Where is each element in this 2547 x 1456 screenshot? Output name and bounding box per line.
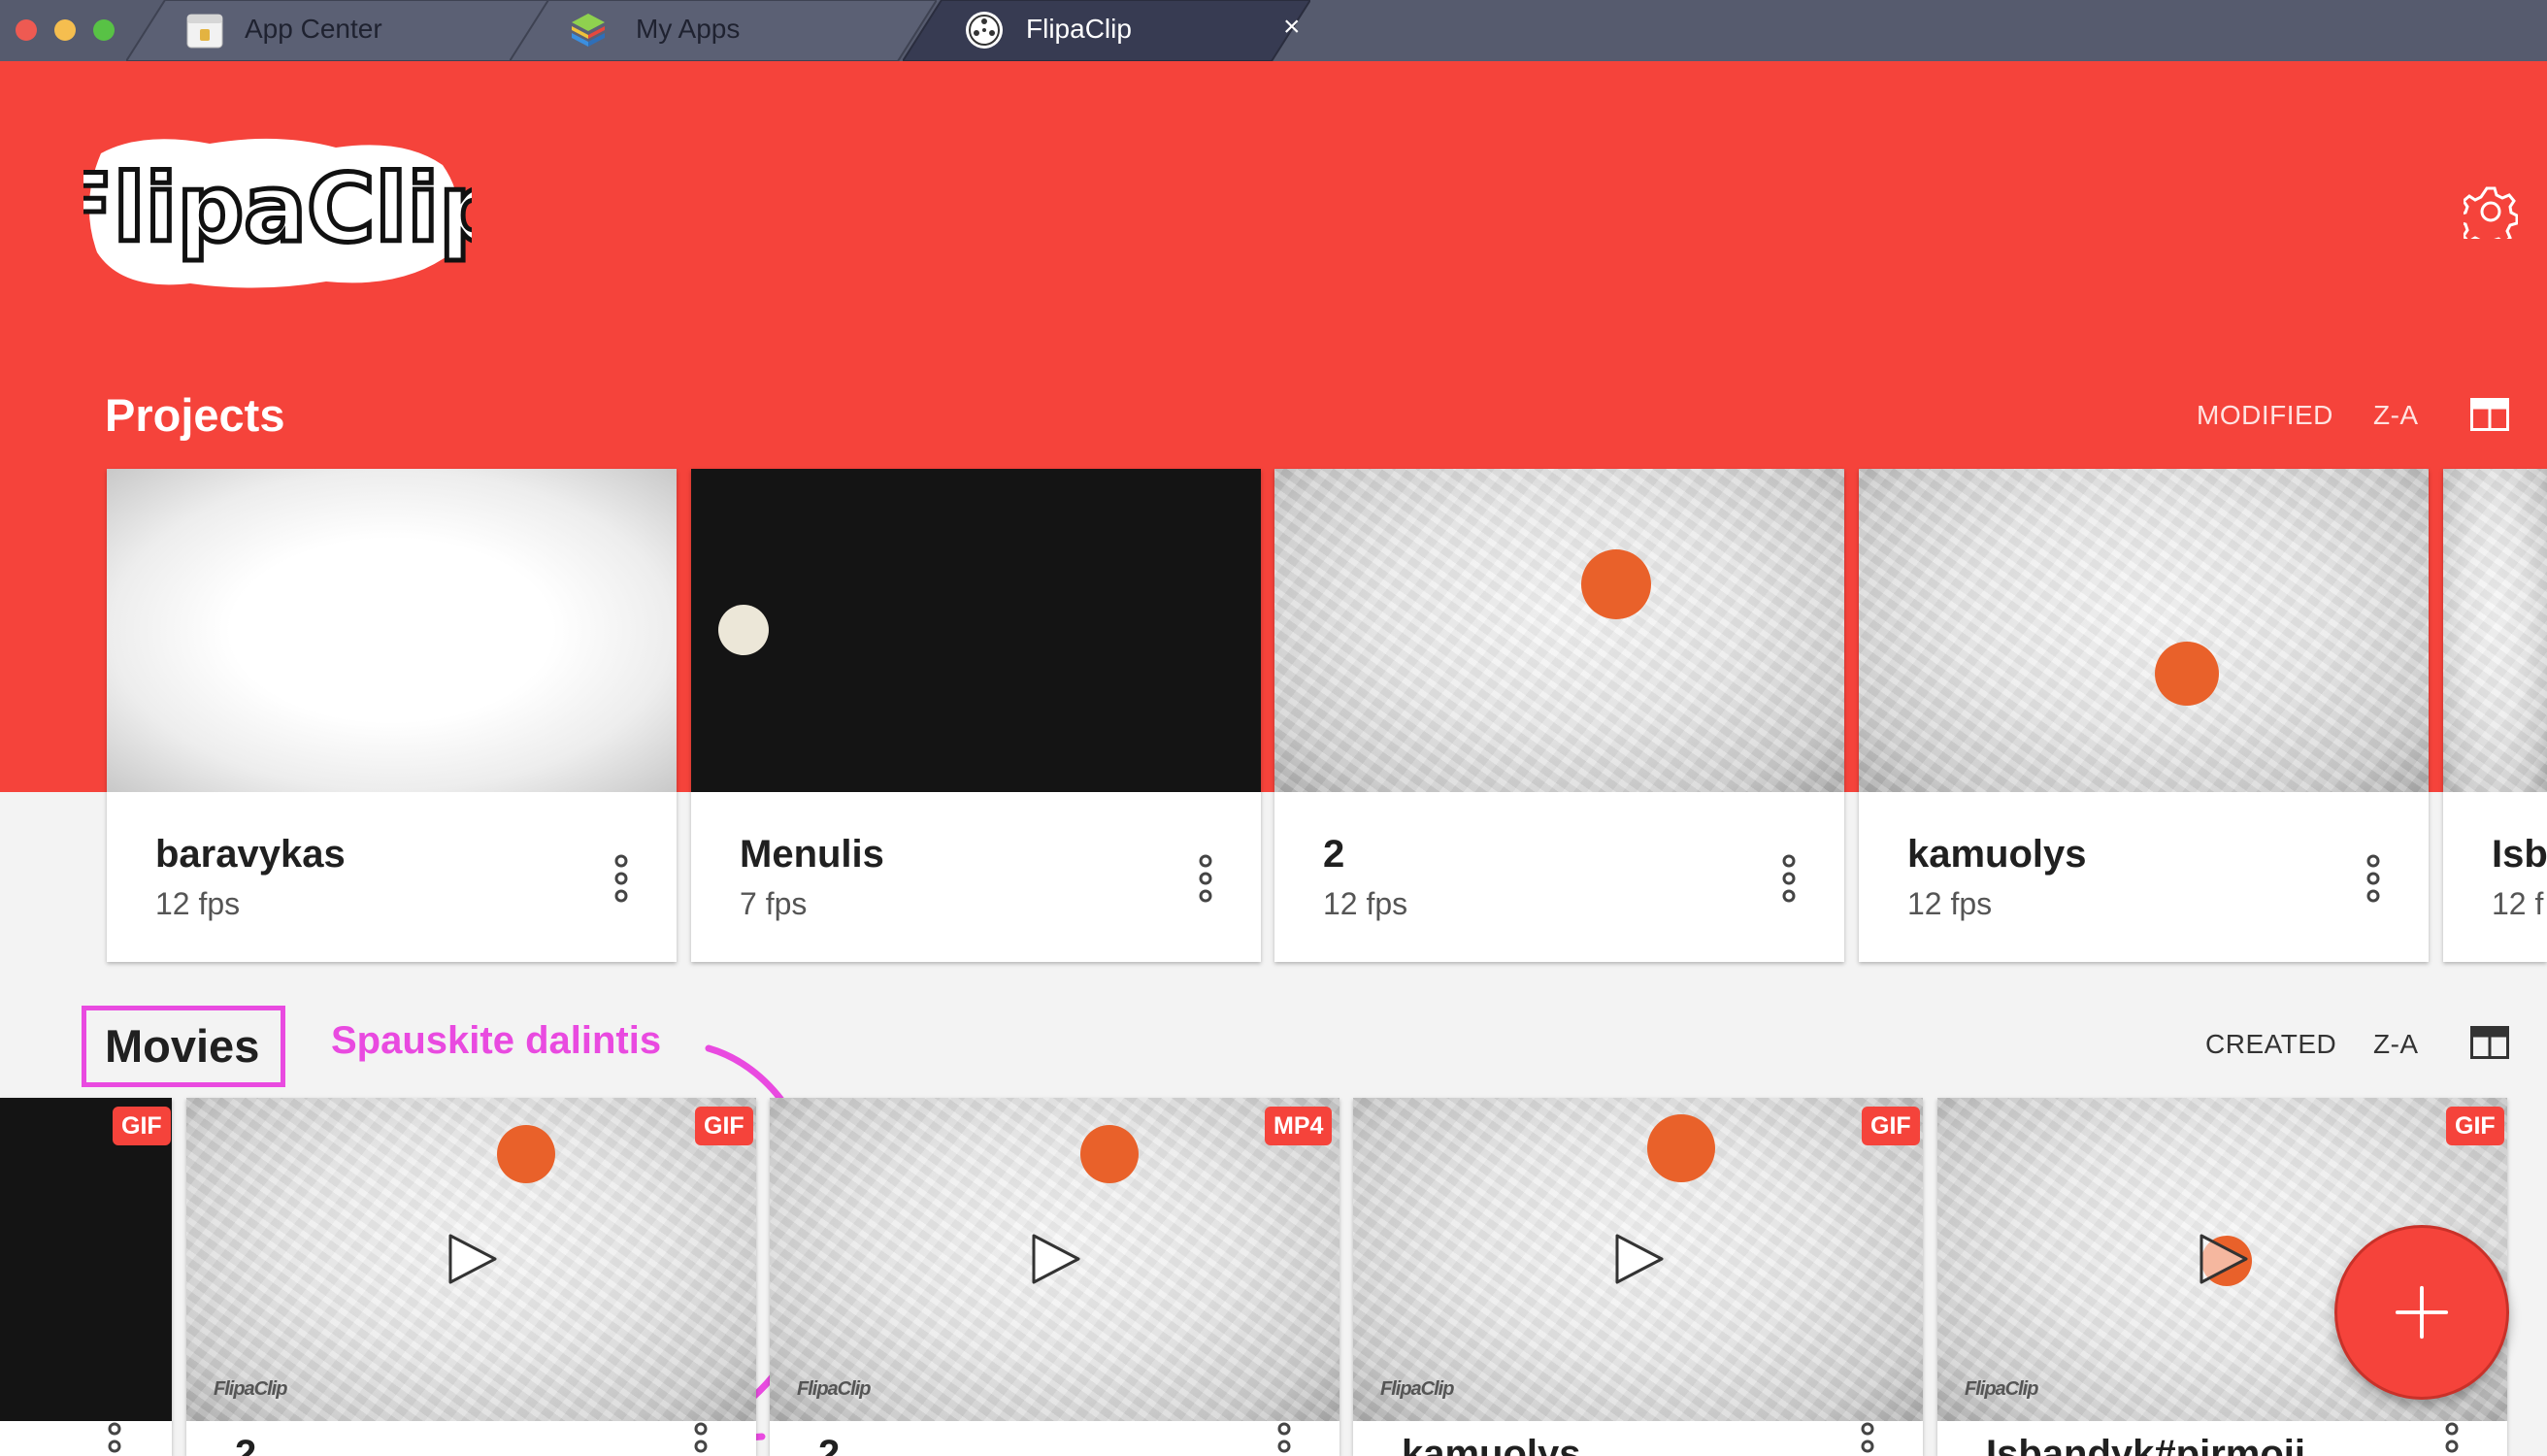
project-card[interactable]: Menulis 7 fps: [691, 469, 1261, 962]
tab-label: App Center: [245, 14, 382, 44]
movie-name: kamuolys: [1402, 1433, 1581, 1456]
ball-shape: [1080, 1125, 1139, 1183]
sort-modified-button[interactable]: MODIFIED: [2197, 400, 2333, 431]
movie-card[interactable]: GIF FlipaClip 2: [186, 1098, 756, 1456]
project-name: Isb: [2492, 833, 2547, 876]
gear-icon[interactable]: [2464, 184, 2518, 239]
movie-thumbnail[interactable]: [0, 1098, 172, 1421]
movie-card[interactable]: GIF FlipaClip kamuolys: [1353, 1098, 1923, 1456]
more-options-icon[interactable]: [105, 1421, 124, 1456]
more-options-icon[interactable]: [1779, 853, 1799, 904]
project-name: kamuolys: [1907, 833, 2087, 876]
play-icon[interactable]: [443, 1232, 501, 1286]
project-name: baravykas: [155, 833, 346, 876]
share-annotation: Spauskite dalintis: [331, 1019, 662, 1062]
project-thumbnail[interactable]: [1274, 469, 1844, 792]
close-tab-icon[interactable]: ×: [1283, 11, 1301, 44]
format-badge: MP4: [1265, 1107, 1333, 1145]
watermark: FlipaClip: [1965, 1378, 2038, 1400]
project-card[interactable]: 2 12 fps: [1274, 469, 1844, 962]
project-fps: 12 fps: [155, 886, 241, 921]
project-fps: 12 fps: [1907, 886, 1993, 921]
more-options-icon[interactable]: [1858, 1421, 1877, 1456]
ball-shape: [1581, 549, 1651, 619]
tab-flipaclip[interactable]: FlipaClip ×: [903, 0, 1310, 61]
sort-created-button[interactable]: CREATED: [2205, 1029, 2336, 1060]
logo-text: FlipaClip: [83, 154, 472, 263]
project-thumbnail[interactable]: [691, 469, 1261, 792]
close-window-button[interactable]: [16, 19, 37, 41]
project-fps: 7 fps: [740, 886, 808, 921]
ball-shape: [1647, 1114, 1715, 1182]
movie-name: 2: [818, 1433, 841, 1456]
more-options-icon[interactable]: [1196, 853, 1215, 904]
tab-app-center[interactable]: App Center: [126, 0, 553, 61]
project-thumbnail[interactable]: [1859, 469, 2429, 792]
sort-za-button[interactable]: Z-A: [2373, 1029, 2419, 1060]
watermark: FlipaClip: [797, 1378, 871, 1400]
window-tab-bar: App Center My Apps FlipaClip ×: [0, 0, 2547, 61]
flipaclip-logo: FlipaClip: [83, 138, 472, 288]
layout-toggle-icon[interactable]: [2470, 398, 2509, 431]
ball-shape: [2155, 642, 2219, 706]
more-options-icon[interactable]: [1274, 1421, 1294, 1456]
maximize-window-button[interactable]: [93, 19, 115, 41]
format-badge: GIF: [113, 1107, 171, 1145]
more-options-icon[interactable]: [691, 1421, 711, 1456]
more-options-icon[interactable]: [2442, 1421, 2462, 1456]
project-name: 2: [1323, 833, 1345, 876]
project-card[interactable]: kamuolys 12 fps: [1859, 469, 2429, 962]
my-apps-icon: [568, 10, 609, 50]
movies-title: Movies: [105, 1020, 260, 1072]
movie-name: 2: [235, 1433, 257, 1456]
add-project-button[interactable]: [2334, 1225, 2509, 1400]
project-card[interactable]: baravykas 12 fps: [107, 469, 677, 962]
project-thumbnail[interactable]: [107, 469, 677, 792]
movie-name: Isbandyk#pirmoji: [1986, 1433, 2305, 1456]
format-badge: GIF: [2446, 1107, 2504, 1145]
layout-toggle-icon[interactable]: [2470, 1026, 2509, 1059]
more-options-icon[interactable]: [612, 853, 631, 904]
moon-shape: [718, 605, 769, 655]
movie-card[interactable]: GIF: [0, 1098, 172, 1456]
play-icon[interactable]: [1609, 1232, 1668, 1286]
tab-label: FlipaClip: [1026, 14, 1132, 44]
tab-label: My Apps: [636, 14, 741, 44]
ball-shape: [497, 1125, 555, 1183]
project-fps: 12 f: [2492, 886, 2544, 921]
minimize-window-button[interactable]: [54, 19, 76, 41]
flipaclip-app-window: App Center My Apps FlipaClip × lipaCli P…: [0, 0, 2547, 1456]
watermark: FlipaClip: [1380, 1378, 1454, 1400]
projects-title: Projects: [105, 389, 285, 441]
sort-za-button[interactable]: Z-A: [2373, 400, 2419, 431]
play-icon[interactable]: [2194, 1232, 2252, 1286]
project-name: Menulis: [740, 833, 884, 876]
movie-card[interactable]: MP4 FlipaClip 2: [770, 1098, 1340, 1456]
flipaclip-icon: [964, 10, 1005, 50]
watermark: FlipaClip: [214, 1378, 287, 1400]
format-badge: GIF: [1862, 1107, 1920, 1145]
project-card[interactable]: Isb 12 f: [2443, 469, 2547, 962]
plus-icon: [2395, 1285, 2449, 1340]
play-icon[interactable]: [1026, 1232, 1084, 1286]
more-options-icon[interactable]: [2364, 853, 2383, 904]
project-fps: 12 fps: [1323, 886, 1408, 921]
format-badge: GIF: [695, 1107, 753, 1145]
project-thumbnail[interactable]: [2443, 469, 2547, 792]
app-center-icon: [184, 10, 225, 50]
tab-my-apps[interactable]: My Apps: [510, 0, 937, 61]
